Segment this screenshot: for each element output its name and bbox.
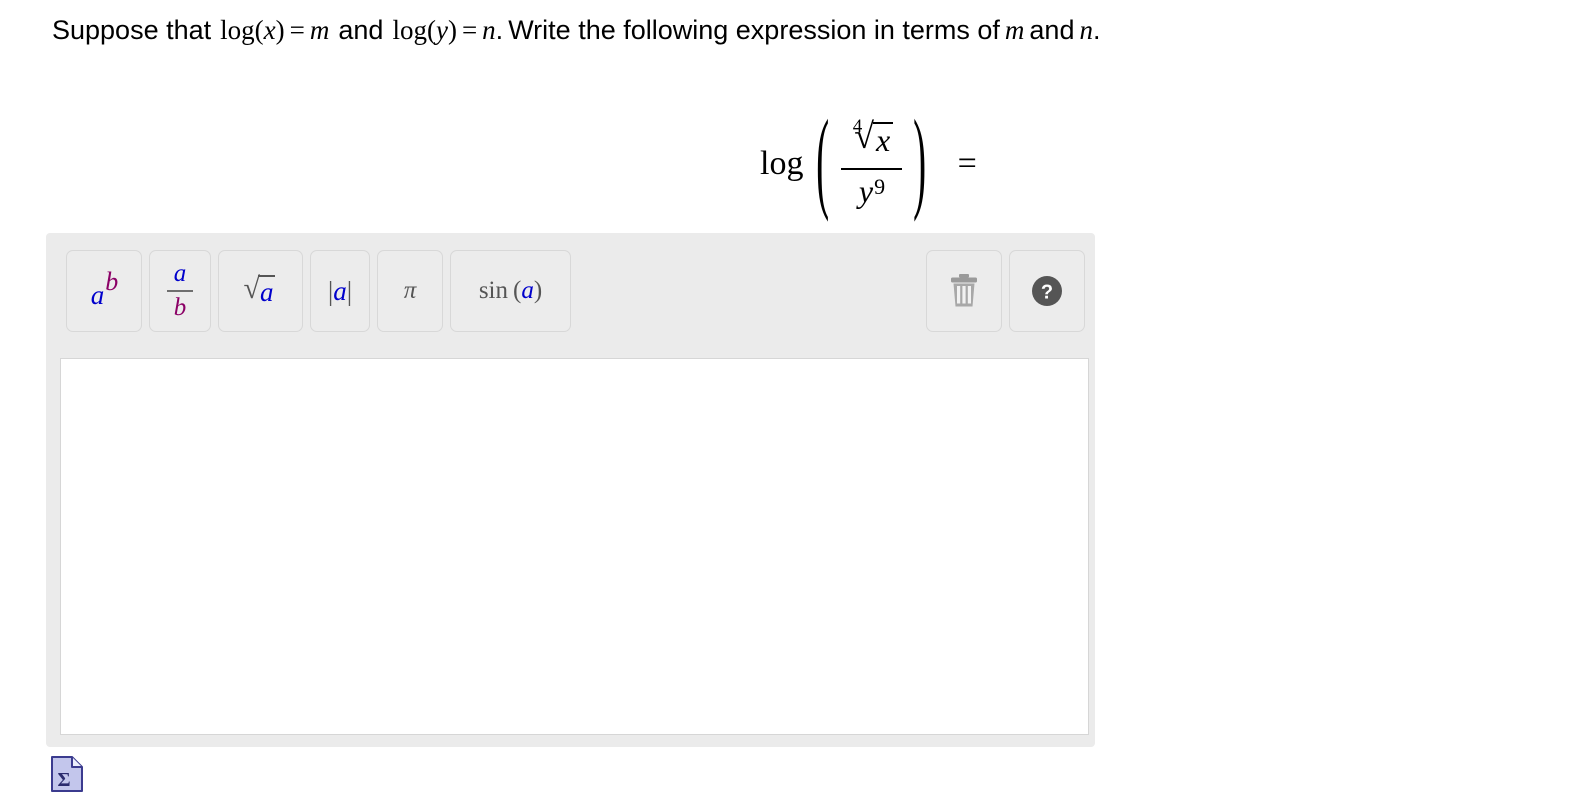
fraction-denominator: b [173,294,187,321]
given-2-value: n [482,15,496,45]
absolute-value-button[interactable]: |a| [310,250,370,332]
math-answer-panel: ab a b √ a |a| π sin (a) ? [46,233,1095,747]
exponent-exponent: b [105,267,119,296]
sin-argument: a [521,277,534,304]
math-expression: log ( 4 √ x y9 ) = [760,100,977,224]
question-conjunction: and [338,15,384,45]
math-toolbar: ab a b √ a |a| π sin (a) ? [46,233,1095,348]
question-and: and [1029,15,1075,45]
radical-index: 4 [852,116,863,137]
pi-symbol-icon: π [403,277,417,304]
abs-value: a [333,275,347,306]
denominator-exponent: 9 [874,174,886,199]
sigma-glyph: Σ [57,769,70,791]
given-1-eq: = [289,15,305,45]
fraction-numerator: a [173,259,187,287]
given-1-fn: log [220,15,255,45]
expression-numerator: 4 √ x [841,117,902,165]
expression-equals: = [957,145,977,182]
equation-editor-icon[interactable]: Σ [50,755,84,793]
help-icon: ? [1032,276,1062,306]
denominator-base: y [858,173,874,209]
expression-close-paren: ) [913,100,927,225]
fraction-button[interactable]: a b [149,250,211,332]
help-glyph: ? [1041,282,1053,304]
question-var-2: n [1079,15,1093,45]
help-button[interactable]: ? [1009,250,1085,332]
given-1-value: m [309,15,330,45]
question-period-2: . [1092,15,1101,45]
expression-denominator: y9 [853,173,890,209]
clear-button[interactable] [926,250,1002,332]
exponent-base: a [90,280,105,310]
given-2-arg: y [435,15,448,45]
trash-icon [951,274,977,307]
sin-close-paren: ) [533,277,543,304]
fraction-bar-icon [167,290,193,292]
sine-button[interactable]: sin (a) [450,250,571,332]
pi-button[interactable]: π [377,250,443,332]
expression-open-paren: ( [816,100,830,225]
fraction-bar [840,168,903,170]
fourth-root: 4 √ x [847,117,896,163]
question-var-1: m [1004,15,1025,45]
exponent-button[interactable]: ab [66,250,142,332]
given-2-eq: = [461,15,478,45]
abs-bar-right-icon: | [346,275,353,306]
question-instruction: Write the following expression in terms … [508,15,1000,45]
sqrt-radicand: a [257,275,276,307]
question-prefix: Suppose that [52,15,212,45]
question-period-1: . [495,15,504,45]
radicand: x [873,122,894,156]
sin-fn-label: sin [478,277,509,304]
answer-input[interactable] [60,358,1089,735]
question-prompt: Suppose that log(x) = m and log(y) = n. Write th… [52,15,1101,45]
expression-operator: log [760,145,804,182]
given-2-fn: log [392,15,427,45]
square-root-button[interactable]: √ a [218,250,303,332]
expression-fraction: 4 √ x y9 [840,117,903,209]
given-1-arg: x [263,15,276,45]
